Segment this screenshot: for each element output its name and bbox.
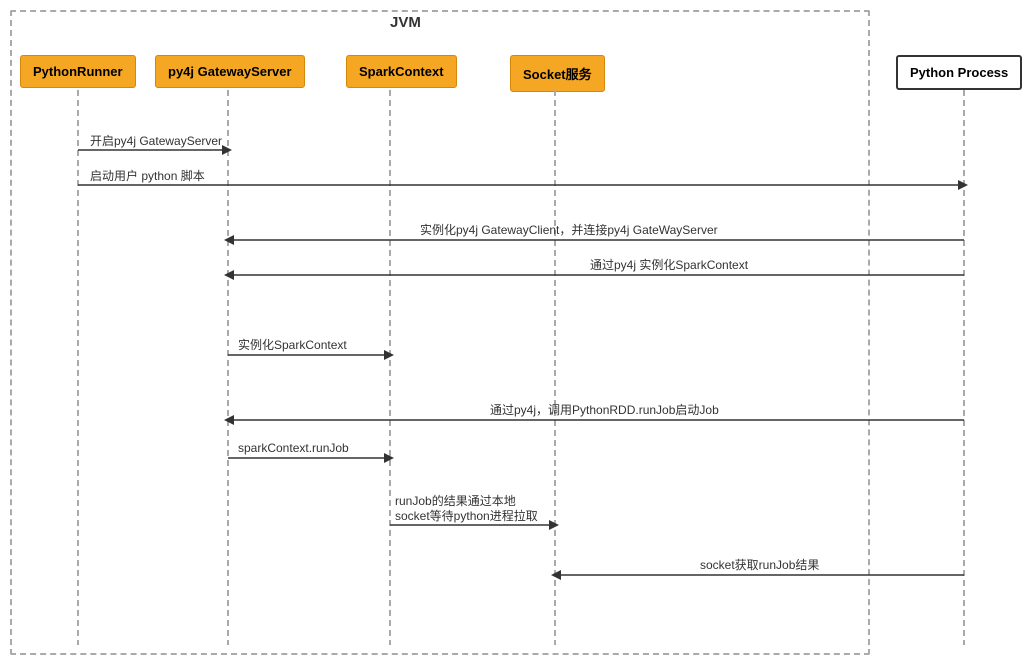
actor-gatewayserver: py4j GatewayServer (155, 55, 305, 88)
jvm-label: JVM (390, 14, 421, 31)
actor-pythonprocess: Python Process (896, 55, 1022, 90)
actor-sparkcontext: SparkContext (346, 55, 457, 88)
actor-pythonrunner: PythonRunner (20, 55, 136, 88)
jvm-box (10, 10, 870, 655)
sequence-diagram: JVM PythonRunner py4j GatewayServer Spar… (0, 0, 1035, 671)
actor-socket: Socket服务 (510, 55, 605, 92)
